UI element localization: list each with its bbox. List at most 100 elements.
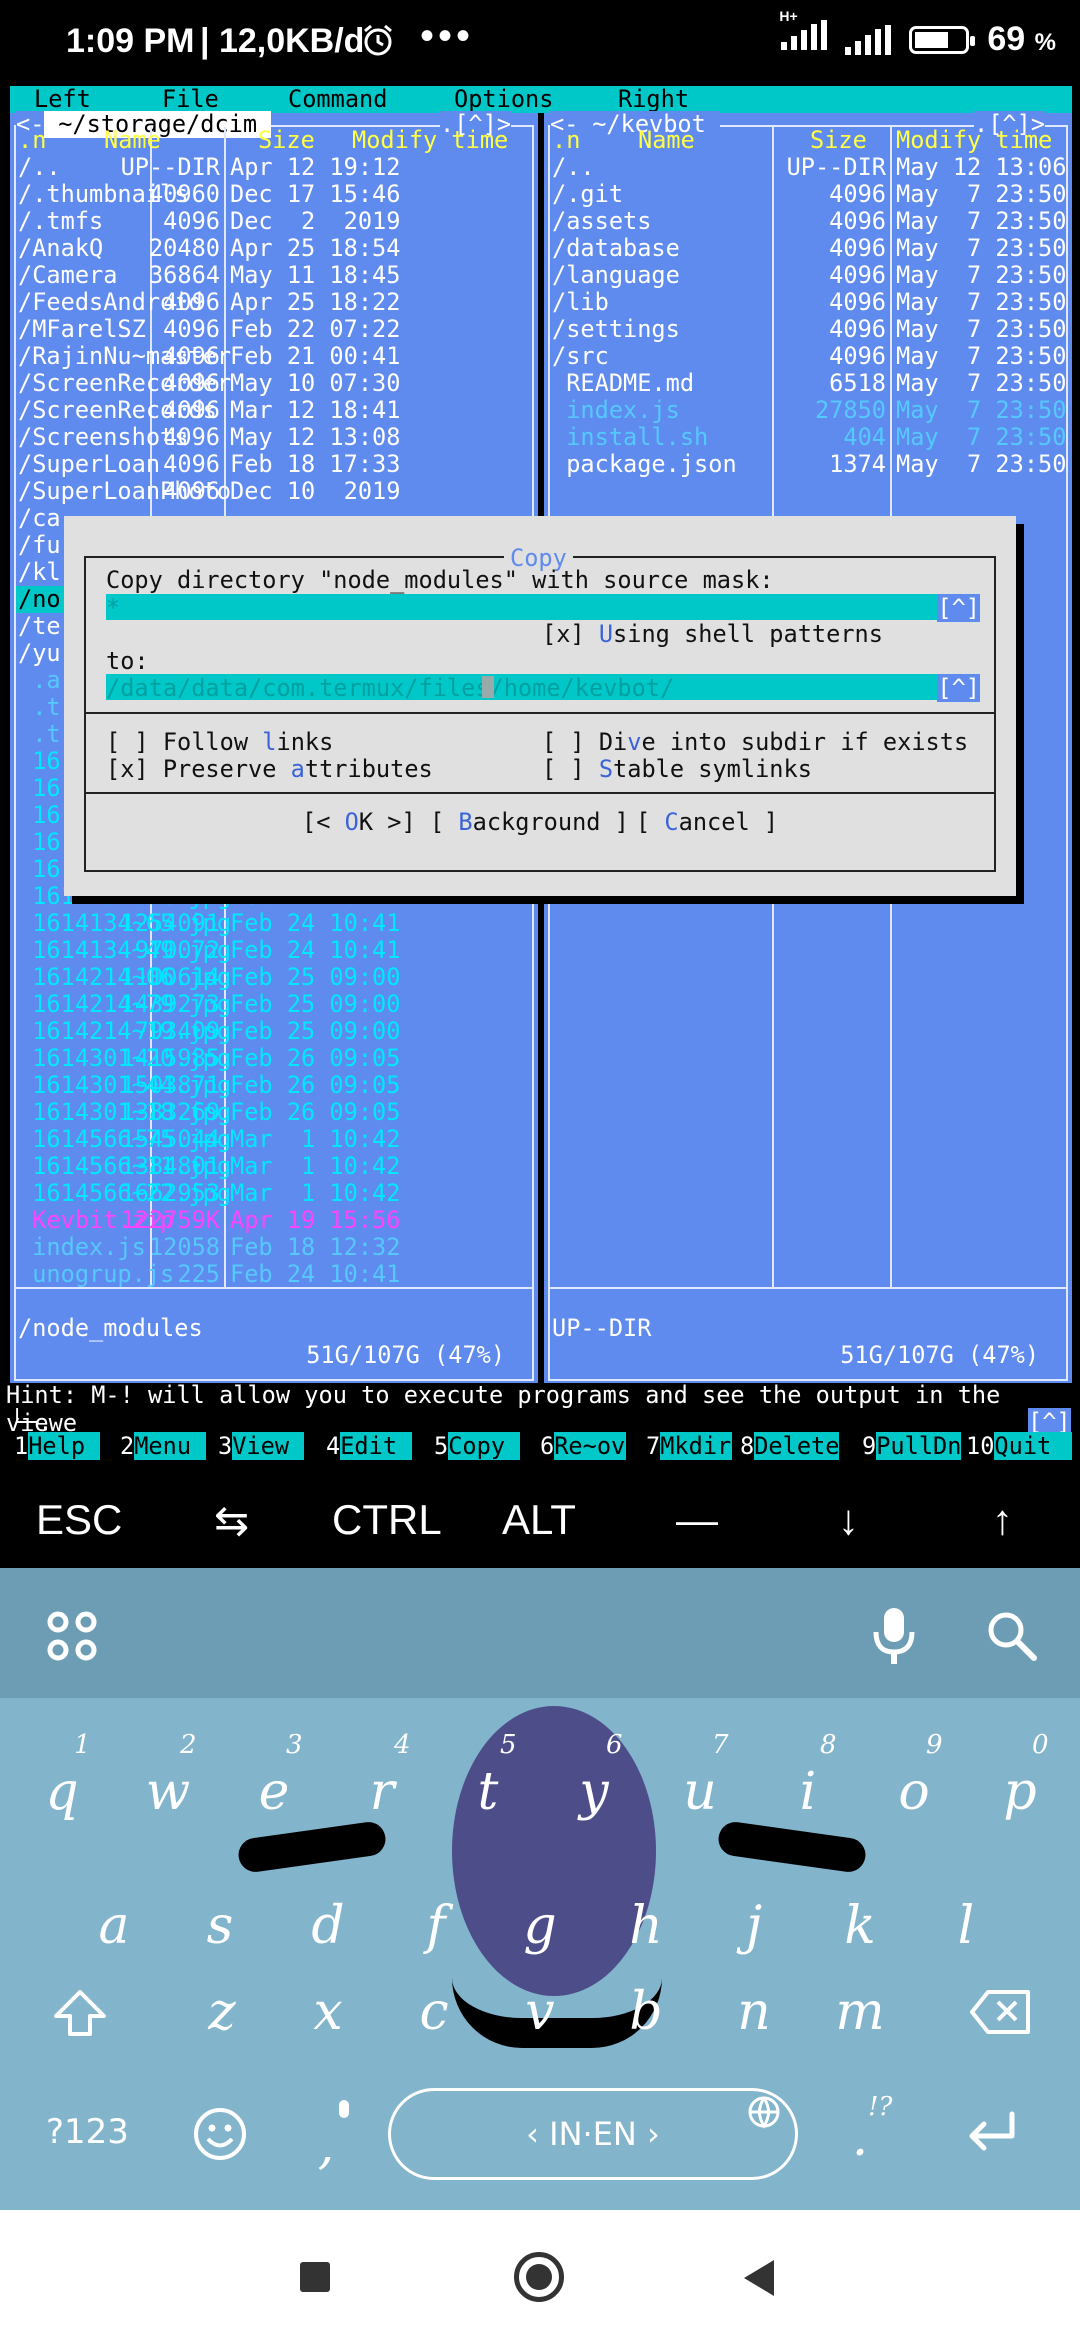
col-name[interactable]: Name xyxy=(104,127,161,154)
fkey-reov[interactable]: 6Re~ov xyxy=(540,1432,627,1460)
space-bar[interactable]: ‹ IN·EN › xyxy=(388,2088,798,2180)
file-row[interactable]: /language 4096 May 7 23:50 xyxy=(544,262,1072,289)
fkey-view[interactable]: 3View xyxy=(218,1432,305,1460)
key-u[interactable]: u xyxy=(660,1762,740,1822)
fkey-delete[interactable]: 8Delete xyxy=(740,1432,840,1460)
key-e[interactable]: e xyxy=(234,1762,314,1822)
tab-key[interactable]: ⇆ xyxy=(214,1496,249,1545)
file-row[interactable]: 1614566~75.jpg 1545044 Mar 1 10:42 xyxy=(10,1126,538,1153)
stable-symlinks-checkbox[interactable]: [ ] Stable symlinks xyxy=(542,755,812,783)
file-row[interactable]: 1614301~44.jpg 1503871 Feb 26 09:05 xyxy=(10,1072,538,1099)
file-row[interactable]: /assets 4096 May 7 23:50 xyxy=(544,208,1072,235)
source-mask-input[interactable]: * [^] xyxy=(106,594,980,622)
key-comma[interactable]: , xyxy=(286,2116,366,2176)
key-w[interactable]: w xyxy=(128,1762,208,1822)
fkey-quit[interactable]: 10Quit xyxy=(966,1432,1073,1460)
file-row[interactable]: /AnakQ 20480 Apr 25 18:54 xyxy=(10,235,538,262)
arrow-down-key[interactable]: ↓ xyxy=(838,1496,859,1544)
dest-history-button[interactable]: [^] xyxy=(937,674,980,702)
key-b[interactable]: b xyxy=(606,1982,686,2042)
key-t[interactable]: t xyxy=(448,1762,528,1822)
file-row[interactable]: 1614134~65.jpg 1254091 Feb 24 10:41 xyxy=(10,910,538,937)
dive-subdir-checkbox[interactable]: [ ] Dive into subdir if exists xyxy=(542,728,968,756)
key-j[interactable]: j xyxy=(714,1896,794,1956)
key-r[interactable]: r xyxy=(342,1762,422,1822)
menu-options[interactable]: Options xyxy=(454,86,553,113)
file-row[interactable]: package.json 1374 May 7 23:50 xyxy=(544,451,1072,478)
key-period[interactable]: . xyxy=(820,2108,900,2168)
file-row[interactable]: 1614214~79.jpg 1439273 Feb 25 09:00 xyxy=(10,991,538,1018)
fkey-mkdir[interactable]: 7Mkdir xyxy=(646,1432,733,1460)
key-s[interactable]: s xyxy=(180,1896,260,1956)
cancel-button[interactable]: [ Cancel ] xyxy=(636,808,778,836)
file-row[interactable]: index.js 12058 Feb 18 12:32 xyxy=(10,1234,538,1261)
home-button[interactable] xyxy=(514,2252,564,2302)
key-q[interactable]: q xyxy=(22,1762,102,1822)
fkey-help[interactable]: 1Help xyxy=(14,1432,101,1460)
back-button[interactable] xyxy=(740,2258,778,2298)
search-icon[interactable] xyxy=(984,1608,1040,1664)
file-row[interactable]: /SuperLoanPhoto 4096 Dec 10 2019 xyxy=(10,478,538,505)
menu-file[interactable]: File xyxy=(162,86,219,113)
fkey-menu[interactable]: 2Menu xyxy=(120,1432,207,1460)
file-row[interactable]: /lib 4096 May 7 23:50 xyxy=(544,289,1072,316)
backspace-icon[interactable] xyxy=(968,1988,1034,2036)
file-row[interactable]: /settings 4096 May 7 23:50 xyxy=(544,316,1072,343)
file-row[interactable]: 1614566~11.jpg 1384801 Mar 1 10:42 xyxy=(10,1153,538,1180)
key-a[interactable]: a xyxy=(74,1896,154,1956)
file-row[interactable]: index.js 27850 May 7 23:50 xyxy=(544,397,1072,424)
background-button[interactable]: [ Background ] xyxy=(430,808,629,836)
mask-history-button[interactable]: [^] xyxy=(937,594,980,622)
file-row[interactable]: 1614301~20.jpg 1415985 Feb 26 09:05 xyxy=(10,1045,538,1072)
file-row[interactable]: /.git 4096 May 7 23:50 xyxy=(544,181,1072,208)
file-row[interactable]: /.tmfs 4096 Dec 2 2019 xyxy=(10,208,538,235)
enter-icon[interactable] xyxy=(964,2108,1020,2156)
key-z[interactable]: z xyxy=(182,1982,262,2042)
file-row[interactable]: 1614301~18.jpg 1383269 Feb 26 09:05 xyxy=(10,1099,538,1126)
file-row[interactable]: 1614214~19.jpg 793409 Feb 25 09:00 xyxy=(10,1018,538,1045)
preserve-attributes-checkbox[interactable]: [x] Preserve attributes xyxy=(106,755,433,783)
key-m[interactable]: m xyxy=(820,1982,900,2042)
menu-right[interactable]: Right xyxy=(618,86,689,113)
alt-key[interactable]: ALT xyxy=(502,1496,576,1544)
file-row[interactable]: Kevbit.zip 122759K Apr 19 15:56 xyxy=(10,1207,538,1234)
menu-command[interactable]: Command xyxy=(288,86,387,113)
file-row[interactable]: /.. UP--DIR Apr 12 19:12 xyxy=(10,154,538,181)
key-g[interactable]: g xyxy=(500,1896,580,1956)
file-row[interactable]: unogrup.js 225 Feb 24 10:41 xyxy=(10,1261,538,1288)
file-row[interactable]: /RajinNu~master 4096 Feb 21 00:41 xyxy=(10,343,538,370)
fkey-pulldn[interactable]: 9PullDn xyxy=(862,1432,962,1460)
file-row[interactable]: /SuperLoan 4096 Feb 18 17:33 xyxy=(10,451,538,478)
menu-left[interactable]: Left xyxy=(34,86,91,113)
destination-input[interactable]: /data/data/com.termux/files/home/kevbot/… xyxy=(106,674,980,702)
file-row[interactable]: /database 4096 May 7 23:50 xyxy=(544,235,1072,262)
file-row[interactable]: /src 4096 May 7 23:50 xyxy=(544,343,1072,370)
key-y[interactable]: y xyxy=(554,1762,634,1822)
follow-links-checkbox[interactable]: [ ] Follow links xyxy=(106,728,333,756)
key-o[interactable]: o xyxy=(874,1762,954,1822)
apps-grid-icon[interactable] xyxy=(44,1608,100,1664)
recents-button[interactable] xyxy=(300,2262,330,2292)
file-row[interactable]: README.md 6518 May 7 23:50 xyxy=(544,370,1072,397)
ctrl-key[interactable]: CTRL xyxy=(332,1496,442,1544)
fkey-copy[interactable]: 5Copy xyxy=(434,1432,521,1460)
key-f[interactable]: f xyxy=(396,1896,476,1956)
file-row[interactable]: /.. UP--DIR May 12 13:06 xyxy=(544,154,1072,181)
file-row[interactable]: /Screenshots 4096 May 12 13:08 xyxy=(10,424,538,451)
file-row[interactable]: 1614214~06.jpg 1100614 Feb 25 09:00 xyxy=(10,964,538,991)
arrow-up-key[interactable]: ↑ xyxy=(992,1496,1013,1544)
dash-key[interactable]: — xyxy=(676,1496,718,1544)
shift-icon[interactable] xyxy=(52,1988,108,2040)
key-c[interactable]: c xyxy=(394,1982,474,2042)
file-row[interactable]: /ScreenRecords 4096 Mar 12 18:41 xyxy=(10,397,538,424)
col-name[interactable]: Name xyxy=(638,127,695,154)
key-h[interactable]: h xyxy=(606,1896,686,1956)
file-row[interactable]: /.thumbnails 40960 Dec 17 15:46 xyxy=(10,181,538,208)
file-row[interactable]: /Camera 36864 May 11 18:45 xyxy=(10,262,538,289)
microphone-icon[interactable] xyxy=(870,1604,918,1668)
esc-key[interactable]: ESC xyxy=(36,1496,122,1544)
shell-patterns-checkbox[interactable]: [x] Using shell patterns xyxy=(542,620,883,648)
key-i[interactable]: i xyxy=(768,1762,848,1822)
symbols-key[interactable]: ?123 xyxy=(46,2112,129,2152)
fkey-edit[interactable]: 4Edit xyxy=(326,1432,413,1460)
